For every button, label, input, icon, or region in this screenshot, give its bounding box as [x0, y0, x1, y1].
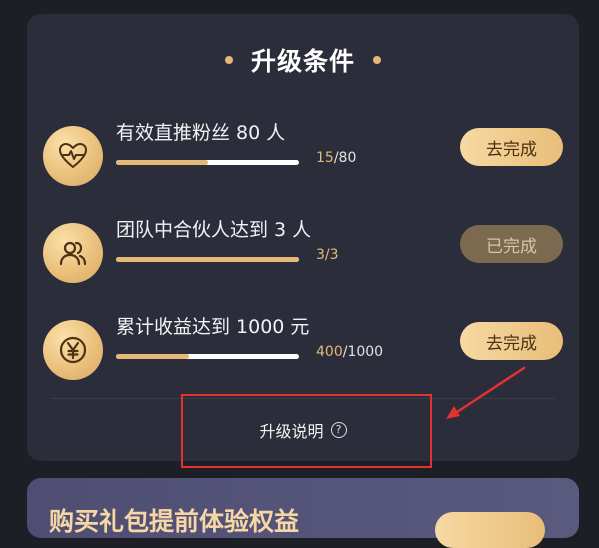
progress-current: 400: [316, 344, 343, 360]
go-complete-button[interactable]: 去完成: [460, 128, 563, 166]
annotation-highlight-box: [181, 394, 432, 468]
progress-bar: [116, 160, 299, 165]
progress-target: /1000: [342, 344, 384, 360]
go-complete-button[interactable]: 去完成: [460, 322, 563, 360]
progress-target: /3: [324, 247, 339, 263]
progress-fill: [116, 257, 299, 262]
condition-label: 有效直推粉丝 80 人: [116, 122, 286, 144]
progress-text: 15/80: [316, 150, 356, 166]
promo-card[interactable]: 购买礼包提前体验权益: [27, 478, 579, 548]
section-header: 升级条件: [27, 42, 579, 78]
section-title: 升级条件: [250, 47, 355, 76]
promo-title: 购买礼包提前体验权益: [49, 507, 300, 536]
progress-current: 3: [316, 247, 325, 263]
progress-fill: [116, 160, 208, 165]
users-icon: [43, 223, 103, 283]
condition-row: 团队中合伙人达到 3 人 3/3 已完成: [27, 215, 579, 295]
condition-label: 团队中合伙人达到 3 人: [116, 219, 312, 241]
promo-button[interactable]: [435, 512, 545, 548]
progress-text: 3/3: [316, 247, 339, 263]
completed-button[interactable]: 已完成: [460, 225, 563, 263]
progress-target: /80: [333, 150, 357, 166]
progress-bar: [116, 257, 299, 262]
title-dot-left: [224, 56, 233, 64]
progress-current: 15: [316, 150, 334, 166]
condition-row: 有效直推粉丝 80 人 15/80 去完成: [27, 118, 579, 198]
condition-label: 累计收益达到 1000 元: [116, 316, 310, 338]
progress-bar: [116, 354, 299, 359]
title-dot-right: [373, 56, 381, 64]
yen-icon: [43, 320, 103, 380]
progress-fill: [116, 354, 190, 359]
progress-text: 400/1000: [316, 344, 383, 360]
annotation-arrow-icon: [446, 366, 526, 419]
heart-pulse-icon: [43, 126, 103, 186]
